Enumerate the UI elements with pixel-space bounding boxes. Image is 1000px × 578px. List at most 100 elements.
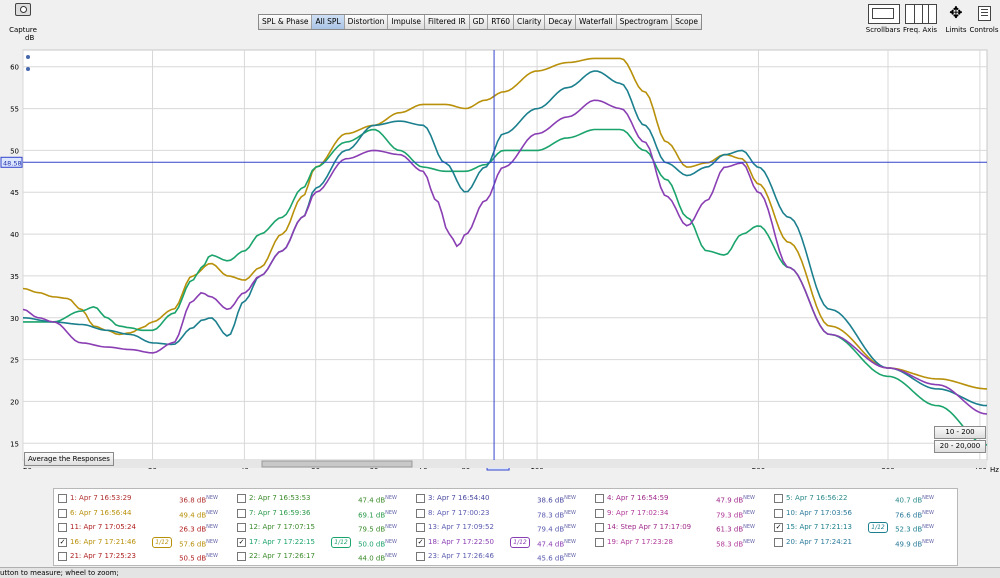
y-tick-label: 25: [10, 357, 19, 365]
legend-checkbox[interactable]: [416, 523, 425, 533]
legend-checkbox[interactable]: [595, 537, 604, 547]
horizontal-scrollbar[interactable]: [23, 460, 987, 468]
status-text: utton to measure; wheel to zoom;: [0, 569, 119, 577]
level-value: 49.4 dB: [179, 510, 207, 519]
measurement-name: 14: Step Apr 7 17:17:09: [607, 523, 692, 532]
legend-checkbox[interactable]: [595, 508, 604, 518]
legend-checkbox[interactable]: [595, 523, 604, 533]
measurement-name: 22: Apr 7 17:26:17: [249, 552, 315, 561]
measurement-name: 5: Apr 7 16:56:22: [786, 494, 848, 502]
level-value: 47.4 dB: [358, 496, 386, 505]
tab-spectrogram[interactable]: Spectrogram: [616, 15, 673, 29]
new-badge: NEW: [922, 495, 934, 501]
legend-checkbox[interactable]: [58, 508, 67, 518]
new-badge: NEW: [206, 538, 218, 545]
legend-entry: ✓ 18: Apr 7 17:22:50 1/12 47.4 dBNEW: [416, 535, 594, 549]
legend-checkbox[interactable]: ✓: [774, 523, 783, 533]
tab-all-spl[interactable]: All SPL: [312, 15, 345, 29]
legend-checkbox[interactable]: [58, 552, 67, 562]
legend-entry: 4: Apr 7 16:54:59 47.9 dBNEW: [595, 491, 773, 505]
legend-checkbox[interactable]: [774, 508, 783, 518]
measurement-name: 11: Apr 7 17:05:24: [70, 523, 136, 532]
legend-checkbox[interactable]: [416, 552, 425, 562]
y-tick-label: 35: [10, 273, 19, 281]
range-10-200-button[interactable]: 10 - 200: [934, 426, 986, 439]
legend-checkbox[interactable]: [774, 537, 783, 547]
tab-clarity[interactable]: Clarity: [514, 15, 546, 29]
legend-entry: 21: Apr 7 17:25:23 50.5 dBNEW: [58, 549, 236, 563]
measurement-name: 12: Apr 7 17:07:15: [249, 523, 315, 532]
level-value: 45.6 dB: [537, 554, 565, 563]
legend-entry: 14: Step Apr 7 17:17:09 61.3 dBNEW: [595, 520, 773, 534]
tab-distortion[interactable]: Distortion: [344, 15, 389, 29]
legend-checkbox[interactable]: [237, 494, 246, 503]
legend-checkbox[interactable]: [237, 523, 246, 533]
scrollbars-icon[interactable]: [868, 4, 900, 24]
legend-checkbox[interactable]: [416, 508, 425, 518]
legend-checkbox[interactable]: [237, 552, 246, 562]
new-badge: NEW: [385, 509, 397, 516]
legend-checkbox[interactable]: ✓: [237, 537, 246, 547]
measurement-name: 19: Apr 7 17:23:28: [607, 537, 673, 546]
status-bar: utton to measure; wheel to zoom;: [0, 567, 1000, 578]
new-badge: NEW: [743, 538, 755, 545]
legend-checkbox[interactable]: [774, 494, 783, 503]
limits-icon[interactable]: ✥: [941, 4, 971, 22]
level-value: 52.3 dB: [895, 525, 923, 534]
legend-entry: 6: Apr 7 16:56:44 49.4 dBNEW: [58, 506, 236, 520]
capture-label: Capture: [9, 26, 37, 34]
smoothing-badge[interactable]: 1/12: [868, 522, 888, 534]
tab-waterfall[interactable]: Waterfall: [576, 15, 617, 29]
legend-checkbox[interactable]: [237, 508, 246, 518]
new-badge: NEW: [564, 509, 576, 516]
new-badge: NEW: [206, 553, 218, 560]
range-20-20000-button[interactable]: 20 - 20,000: [934, 440, 986, 453]
freq-axis-icon[interactable]: [905, 4, 937, 24]
new-badge: NEW: [564, 495, 576, 501]
legend-entry: 5: Apr 7 16:56:22 40.7 dBNEW: [774, 491, 952, 505]
legend-checkbox[interactable]: [416, 494, 425, 503]
tab-rt60[interactable]: RT60: [488, 15, 515, 29]
toolbar: Capture dB SPL & Phase All SPL Distortion I…: [0, 0, 1000, 42]
measurement-name: 17: Apr 7 17:22:15: [249, 537, 315, 546]
controls-icon[interactable]: [975, 4, 993, 22]
measurement-name: 20: Apr 7 17:24:21: [786, 537, 852, 546]
y-tick-label: 15: [10, 440, 19, 448]
legend-checkbox[interactable]: ✓: [58, 537, 67, 547]
tab-impulse[interactable]: Impulse: [388, 15, 426, 29]
measurement-name: 21: Apr 7 17:25:23: [70, 552, 136, 561]
smoothing-badge[interactable]: 1/12: [510, 536, 530, 548]
level-value: 47.9 dB: [716, 496, 744, 505]
legend-entry: ✓ 17: Apr 7 17:22:15 1/12 50.0 dBNEW: [237, 535, 415, 549]
new-badge: NEW: [564, 538, 576, 545]
level-value: 69.1 dB: [358, 510, 386, 519]
legend-entry: 10: Apr 7 17:03:56 76.6 dBNEW: [774, 506, 952, 520]
smoothing-badge[interactable]: 1/12: [331, 536, 351, 548]
new-badge: NEW: [564, 553, 576, 560]
measurement-name: 18: Apr 7 17:22:50: [428, 537, 494, 546]
y-unit-label: dB: [25, 34, 35, 42]
measurement-name: 4: Apr 7 16:54:59: [607, 494, 669, 502]
freq-axis-label: Freq. Axis: [903, 26, 937, 34]
measurement-name: 3: Apr 7 16:54:40: [428, 494, 490, 502]
tab-filtered-ir[interactable]: Filtered IR: [425, 15, 470, 29]
tab-decay[interactable]: Decay: [545, 15, 577, 29]
legend-checkbox[interactable]: ✓: [416, 537, 425, 547]
tab-spl-phase[interactable]: SPL & Phase: [259, 15, 313, 29]
smoothing-badge[interactable]: 1/12: [152, 536, 172, 548]
legend-checkbox[interactable]: [595, 494, 604, 503]
plot-area[interactable]: [22, 49, 988, 461]
average-responses-button[interactable]: Average the Responses: [24, 452, 114, 466]
legend-entry: 9: Apr 7 17:02:34 79.3 dBNEW: [595, 506, 773, 520]
legend-entry: 19: Apr 7 17:23:28 58.3 dBNEW: [595, 535, 773, 549]
capture-button[interactable]: Capture: [3, 3, 43, 34]
legend-checkbox[interactable]: [58, 494, 67, 503]
spl-graph[interactable]: 20304050607080100200300409 1520253035404…: [0, 42, 1000, 477]
tab-gd[interactable]: GD: [469, 15, 489, 29]
new-badge: NEW: [385, 553, 397, 560]
measurement-name: 8: Apr 7 17:00:23: [428, 508, 490, 517]
scrollbar-thumb[interactable]: [261, 460, 413, 468]
tab-scope[interactable]: Scope: [672, 15, 701, 29]
y-tick-label: 60: [10, 64, 19, 72]
legend-checkbox[interactable]: [58, 523, 67, 533]
